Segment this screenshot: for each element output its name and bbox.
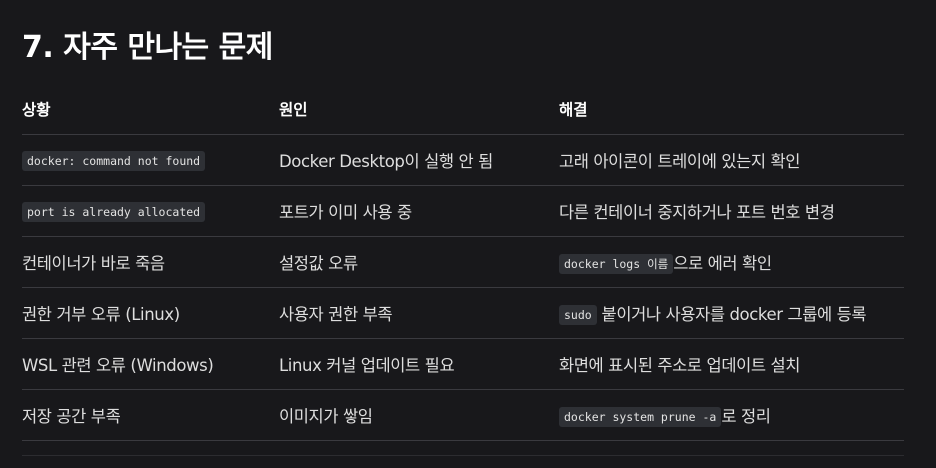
table-row: WSL 관련 오류 (Windows) Linux 커널 업데이트 필요 화면에… xyxy=(22,338,904,390)
cell-fix: docker system prune -a 로 정리 xyxy=(559,389,904,441)
table-row: 컨테이너가 바로 죽음 설정값 오류 docker logs 이름 으로 에러 확… xyxy=(22,236,904,288)
inline-code: port is already allocated xyxy=(22,201,206,222)
header-situation: 상황 xyxy=(22,84,279,135)
table-header-row: 상황 원인 해결 xyxy=(22,84,904,135)
troubleshooting-table: 상황 원인 해결 docker: command not found Docke… xyxy=(22,84,904,441)
cell-situation: 권한 거부 오류 (Linux) xyxy=(22,287,279,339)
inline-code: docker logs 이름 xyxy=(559,254,674,274)
inline-code: docker system prune -a xyxy=(559,407,722,427)
page: 7. 자주 만나는 문제 상황 원인 해결 docker: command no… xyxy=(0,0,936,468)
cell-situation: docker: command not found xyxy=(22,134,279,186)
table-row: 저장 공간 부족 이미지가 쌓임 docker system prune -a 로… xyxy=(22,389,904,441)
header-fix: 해결 xyxy=(559,84,904,135)
cell-cause: 사용자 권한 부족 xyxy=(279,287,559,339)
cell-situation: WSL 관련 오류 (Windows) xyxy=(22,338,279,390)
cell-fix: 다른 컨테이너 중지하거나 포트 번호 변경 xyxy=(559,185,904,237)
divider xyxy=(22,455,904,456)
cell-cause: Linux 커널 업데이트 필요 xyxy=(279,338,559,390)
table-row: 권한 거부 오류 (Linux) 사용자 권한 부족 sudo 붙이거나 사용자… xyxy=(22,287,904,339)
table-row: docker: command not found Docker Desktop… xyxy=(22,134,904,186)
cell-fix: sudo 붙이거나 사용자를 docker 그룹에 등록 xyxy=(559,287,904,339)
inline-code: sudo xyxy=(559,305,597,325)
cell-cause: 포트가 이미 사용 중 xyxy=(279,185,559,237)
cell-cause: 이미지가 쌓임 xyxy=(279,389,559,441)
cell-situation: port is already allocated xyxy=(22,185,279,237)
table-row: port is already allocated 포트가 이미 사용 중 다른… xyxy=(22,185,904,237)
cell-cause: Docker Desktop이 실행 안 됨 xyxy=(279,134,559,186)
cell-fix: 고래 아이콘이 트레이에 있는지 확인 xyxy=(559,134,904,186)
fix-text: 붙이거나 사용자를 docker 그룹에 등록 xyxy=(596,305,867,324)
cell-cause: 설정값 오류 xyxy=(279,236,559,288)
fix-text: 으로 에러 확인 xyxy=(673,254,772,273)
fix-text: 로 정리 xyxy=(721,407,771,426)
cell-fix: 화면에 표시된 주소로 업데이트 설치 xyxy=(559,338,904,390)
cell-situation: 저장 공간 부족 xyxy=(22,389,279,441)
section-heading: 7. 자주 만나는 문제 xyxy=(22,30,273,65)
header-cause: 원인 xyxy=(279,84,559,135)
inline-code: docker: command not found xyxy=(22,150,206,171)
cell-situation: 컨테이너가 바로 죽음 xyxy=(22,236,279,288)
cell-fix: docker logs 이름 으로 에러 확인 xyxy=(559,236,904,288)
